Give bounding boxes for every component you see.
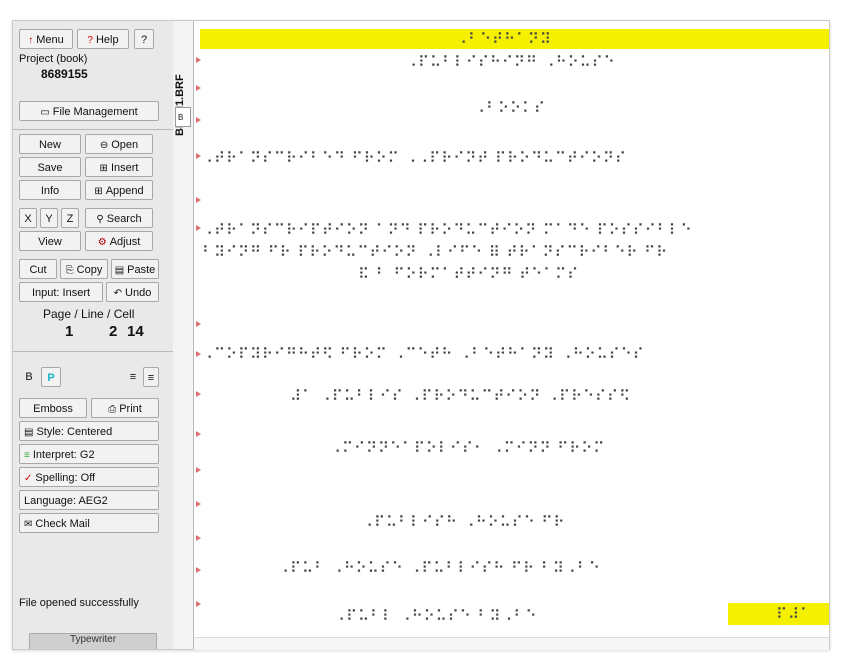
- spelling-button[interactable]: ✓ Spelling: Off: [19, 467, 159, 487]
- line-marker: [196, 391, 201, 397]
- braille-line: ⠠⠞⠗⠁⠝⠎⠉⠗⠊⠏⠞⠊⠕⠝ ⠁⠝⠙ ⠏⠗⠕⠙⠥⠉⠞⠊⠕⠝ ⠍⠁⠙⠑ ⠏⠕⠎⠎⠊…: [202, 221, 693, 239]
- print-view-button[interactable]: P: [41, 367, 61, 387]
- braille-line: ⠠⠃⠑⠞⠓⠁⠝⠽: [456, 30, 552, 48]
- menu-icon: ↑: [28, 35, 34, 46]
- project-label: Project (book): [19, 53, 88, 65]
- mail-icon: ✉: [24, 519, 33, 530]
- project-number: 8689155: [41, 67, 88, 81]
- braille-line: ⠯ ⠃ ⠋⠕⠗⠍⠁⠞⠞⠊⠝⠛ ⠞⠑⠁⠍⠎: [358, 265, 580, 283]
- braille-line: ⠠⠍⠊⠝⠝⠑⠁⠏⠕⠇⠊⠎⠂ ⠠⠍⠊⠝⠝ ⠋⠗⠕⠍: [330, 439, 606, 457]
- check-mail-button[interactable]: ✉ Check Mail: [19, 513, 159, 533]
- braille-line: ⠠⠏⠥⠃ ⠠⠓⠕⠥⠎⠑ ⠠⠏⠥⠃⠇⠊⠎⠓ ⠋⠗ ⠃⠽⠠⠃⠑: [278, 559, 601, 577]
- search-button[interactable]: ⚲ Search: [85, 208, 153, 228]
- braille-line: ⠠⠏⠥⠃⠇⠊⠎⠓⠊⠝⠛ ⠠⠓⠕⠥⠎⠑: [406, 53, 616, 71]
- braille-line: ⠼⠁ ⠠⠏⠥⠃⠇⠊⠎ ⠠⠏⠗⠕⠙⠥⠉⠞⠊⠕⠝ ⠠⠏⠗⠑⠎⠎⠫: [290, 387, 631, 405]
- file-management-button[interactable]: ▭ File Management: [19, 101, 159, 121]
- help-button[interactable]: ? Help: [77, 29, 129, 49]
- x-button[interactable]: X: [19, 208, 37, 228]
- paste-button[interactable]: ▤ Paste: [111, 259, 159, 279]
- menu-button[interactable]: ↑ Menu: [19, 29, 73, 49]
- file-tab-small: B: [178, 113, 184, 122]
- align-left-icon[interactable]: ≡: [125, 367, 141, 387]
- style-button[interactable]: ▤ Style: Centered: [19, 421, 159, 441]
- z-button[interactable]: Z: [61, 208, 79, 228]
- status-message: File opened successfully: [19, 597, 139, 609]
- line-marker: [196, 601, 201, 607]
- braille-line: ⠃⠽⠊⠝⠛ ⠋⠗ ⠏⠗⠕⠙⠥⠉⠞⠊⠕⠝ ⠠⠇⠊⠋⠑ ⠿ ⠞⠗⠁⠝⠎⠉⠗⠊⠃⠑⠗ …: [202, 243, 669, 261]
- line-marker: [196, 117, 201, 123]
- line-marker: [196, 225, 201, 231]
- line-marker: [196, 431, 201, 437]
- printer-icon: ⎙: [108, 404, 117, 415]
- cell-number: 14: [127, 323, 144, 340]
- undo-button[interactable]: ↶ Undo: [106, 282, 159, 302]
- file-tab-label: BETH1.BRF: [174, 74, 186, 136]
- interpret-icon: ≡: [24, 450, 30, 461]
- copy-button[interactable]: ⎘ Copy: [60, 259, 108, 279]
- folder-icon: ▭: [40, 107, 50, 118]
- braille-line: ⠠⠞⠗⠁⠝⠎⠉⠗⠊⠃⠑⠙ ⠋⠗⠕⠍ ⠠⠠⠏⠗⠊⠝⠞ ⠏⠗⠕⠙⠥⠉⠞⠊⠕⠝⠎: [202, 149, 627, 167]
- cut-button[interactable]: Cut: [19, 259, 57, 279]
- copy-icon: ⎘: [65, 265, 74, 276]
- line-marker: [196, 535, 201, 541]
- align-center-icon[interactable]: ≡: [143, 367, 159, 387]
- line-marker: [196, 153, 201, 159]
- left-panel: ↑ Menu ? Help ? Project (book) 8689155 ▭ Fi…: [13, 21, 174, 649]
- input-mode-button[interactable]: Input: Insert: [19, 282, 103, 302]
- emboss-button[interactable]: Emboss: [19, 398, 87, 418]
- braille-line: ⠠⠃⠕⠕⠅⠎: [474, 99, 546, 117]
- save-button[interactable]: Save: [19, 157, 81, 177]
- line-marker: [196, 351, 201, 357]
- position-label: Page / Line / Cell: [43, 307, 135, 321]
- paste-icon: ▤: [114, 265, 125, 276]
- line-marker: [196, 57, 201, 63]
- app-window: ↑ Menu ? Help ? Project (book) 8689155 ▭ Fi…: [12, 20, 830, 650]
- undo-icon: ↶: [113, 288, 123, 299]
- help-icon: ?: [87, 35, 93, 46]
- language-button[interactable]: Language: AEG2: [19, 490, 159, 510]
- question-button[interactable]: ?: [134, 29, 154, 49]
- braille-view-button[interactable]: B: [19, 367, 39, 387]
- print-button[interactable]: ⎙ Print: [91, 398, 159, 418]
- line-number: 2: [109, 323, 118, 340]
- open-icon: ⊖: [99, 140, 109, 151]
- braille-line: ⠠⠏⠥⠃⠇ ⠠⠓⠕⠥⠎⠑ ⠃⠽⠠⠃⠑: [334, 607, 538, 625]
- divider: [13, 351, 173, 352]
- y-button[interactable]: Y: [40, 208, 58, 228]
- typewriter-button[interactable]: Typewriter: [29, 633, 157, 649]
- braille-line: ⠠⠏⠥⠃⠇⠊⠎⠓ ⠠⠓⠕⠥⠎⠑ ⠋⠗: [362, 513, 566, 531]
- adjust-button[interactable]: ⚙ Adjust: [85, 231, 153, 251]
- append-icon: ⊞: [94, 186, 103, 197]
- line-marker: [196, 85, 201, 91]
- insert-button[interactable]: ⊞ Insert: [85, 157, 153, 177]
- braille-line: ⠠⠉⠕⠏⠽⠗⠊⠛⠓⠞⠫ ⠋⠗⠕⠍ ⠠⠉⠑⠞⠓ ⠠⠃⠑⠞⠓⠁⠝⠽ ⠠⠓⠕⠥⠎⠑⠎: [202, 345, 645, 363]
- info-button[interactable]: Info: [19, 180, 81, 200]
- line-marker: [196, 501, 201, 507]
- new-button[interactable]: New: [19, 134, 81, 154]
- append-button[interactable]: ⊞ Append: [85, 180, 153, 200]
- line-marker: [196, 467, 201, 473]
- divider: [13, 129, 173, 130]
- search-icon: ⚲: [96, 214, 104, 225]
- line-marker: [196, 321, 201, 327]
- style-icon: ▤: [24, 427, 34, 438]
- braille-editor[interactable]: ⠠⠃⠑⠞⠓⠁⠝⠽ ⠠⠏⠥⠃⠇⠊⠎⠓⠊⠝⠛ ⠠⠓⠕⠥⠎⠑ ⠠⠃⠕⠕⠅⠎ ⠠⠞⠗⠁⠝…: [194, 21, 829, 649]
- line-marker: [196, 567, 201, 573]
- insert-icon: ⊞: [99, 163, 108, 174]
- page-number: 1: [65, 323, 74, 340]
- horizontal-scrollbar[interactable]: [194, 637, 829, 650]
- interpret-button[interactable]: ≡ Interpret: G2: [19, 444, 159, 464]
- open-button[interactable]: ⊖ Open: [85, 134, 153, 154]
- adjust-icon: ⚙: [97, 237, 107, 248]
- line-marker: [196, 197, 201, 203]
- file-tab[interactable]: BETH1.BRF B: [173, 21, 194, 649]
- braille-page-number: ⠏⠼⠁: [776, 605, 812, 623]
- view-button[interactable]: View: [19, 231, 81, 251]
- spelling-icon: ✓: [24, 473, 33, 484]
